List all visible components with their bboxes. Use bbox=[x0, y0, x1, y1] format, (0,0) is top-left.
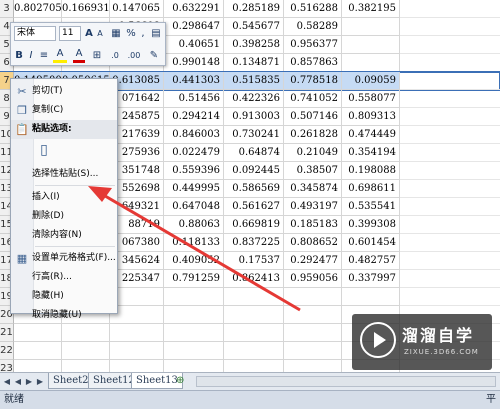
watermark: 溜溜自学 ZIXUE.3D66.COM bbox=[352, 314, 492, 370]
watermark-title: 溜溜自学 bbox=[402, 326, 475, 345]
next-sheet-icon[interactable]: ▶ bbox=[24, 375, 34, 388]
tab-sheet2[interactable]: Sheet2 bbox=[48, 373, 94, 389]
horizontal-scrollbar[interactable] bbox=[196, 376, 496, 387]
last-sheet-icon[interactable]: ▶ bbox=[35, 375, 45, 388]
watermark-url: ZIXUE.3D66.COM bbox=[404, 348, 479, 356]
play-logo-icon bbox=[360, 322, 396, 358]
status-bar: 就绪 平 bbox=[0, 390, 500, 409]
arrow-shaft bbox=[99, 191, 301, 312]
insert-sheet-icon[interactable]: ⊕ bbox=[176, 375, 189, 387]
prev-sheet-icon[interactable]: ◀ bbox=[13, 375, 23, 388]
first-sheet-icon[interactable]: ◀ bbox=[2, 375, 12, 388]
status-text: 就绪 bbox=[4, 394, 24, 405]
sheet-tab-bar: ◀ ◀ ▶ ▶ Sheet2 Sheet12 Sheet13 ⊕ bbox=[0, 372, 500, 390]
status-right-text: 平 bbox=[486, 394, 496, 405]
